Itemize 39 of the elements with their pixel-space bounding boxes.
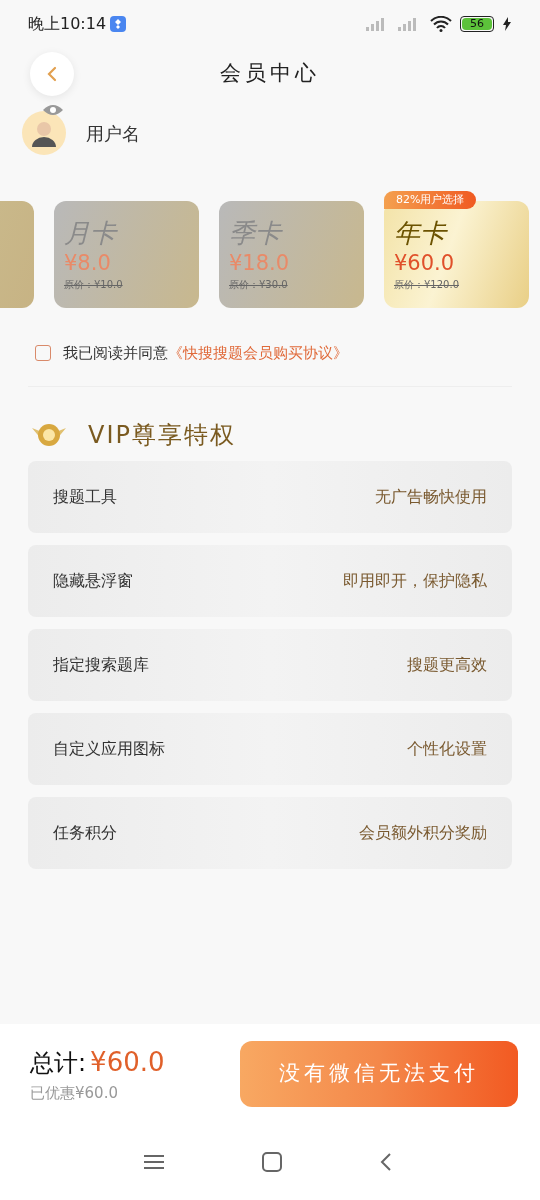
pay-button[interactable]: 没有微信无法支付 <box>240 1041 518 1107</box>
privilege-desc: 即用即开，保护隐私 <box>343 570 487 592</box>
privilege-desc: 个性化设置 <box>407 738 487 760</box>
battery-level: 56 <box>462 18 492 30</box>
total-label: 总计: <box>30 1048 87 1080</box>
privilege-name: 搜题工具 <box>53 486 117 508</box>
agreement-checkbox[interactable] <box>35 345 51 361</box>
discount-text: 已优惠¥60.0 <box>30 1083 119 1105</box>
app-notification-icon <box>110 16 127 32</box>
original-price: 原价：¥10.0 <box>64 278 123 292</box>
back-icon[interactable] <box>380 1152 392 1172</box>
popular-badge: 82%用户选择 <box>384 191 477 209</box>
original-price: 原价：¥120.0 <box>394 278 459 292</box>
page-title: 会员中心 <box>220 60 320 88</box>
eye-icon <box>42 103 64 117</box>
charging-icon <box>502 17 512 31</box>
plan-name: 年卡 <box>394 217 449 249</box>
agreement-link[interactable]: 《快搜搜题会员购买协议》 <box>168 343 348 362</box>
original-price: 原价：¥30.0 <box>229 278 288 292</box>
total-price: ¥60.0 <box>90 1046 165 1080</box>
back-icon <box>47 66 57 82</box>
plan-price: ¥18.0 <box>229 250 291 277</box>
privilege-desc: 搜题更高效 <box>407 654 487 676</box>
plan-price: ¥60.0 <box>394 250 456 277</box>
username: 用户名 <box>86 121 140 146</box>
section-title: VIP尊享特权 <box>88 420 236 451</box>
status-time: 晚上10:14 <box>28 13 107 35</box>
privilege-desc: 会员额外积分奖励 <box>359 822 487 844</box>
agreement-text: 我已阅读并同意 <box>63 343 168 362</box>
avatar[interactable] <box>22 111 66 155</box>
menu-icon[interactable] <box>144 1154 164 1170</box>
privilege-name: 指定搜索题库 <box>53 654 149 676</box>
privilege-name: 自定义应用图标 <box>53 738 165 760</box>
privilege-name: 隐藏悬浮窗 <box>53 570 133 592</box>
plan-price: ¥8.0 <box>64 250 112 277</box>
privilege-desc: 无广告畅快使用 <box>375 486 487 508</box>
wifi-icon <box>430 16 452 32</box>
privilege-name: 任务积分 <box>53 822 117 844</box>
home-icon[interactable] <box>262 1152 282 1172</box>
